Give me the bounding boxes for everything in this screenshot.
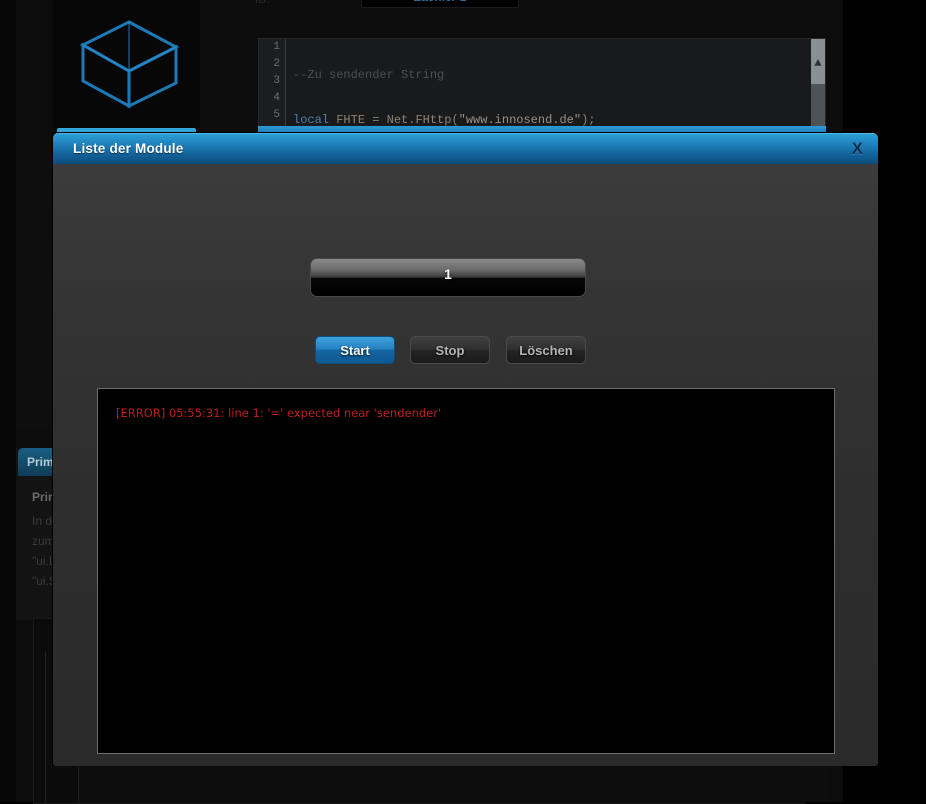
line-number: 2 bbox=[273, 58, 280, 70]
module-icon-tile[interactable] bbox=[53, 0, 200, 131]
module-list-dialog: Liste der Module X 1 Start Stop Löschen … bbox=[53, 133, 878, 766]
code-lines: --Zu sendender String local FHTE = Net.F… bbox=[293, 39, 740, 127]
line-number: 4 bbox=[273, 92, 280, 104]
dialog-body: 1 Start Stop Löschen [ERROR] 05:55:31: l… bbox=[53, 164, 878, 766]
clear-button[interactable]: Löschen bbox=[506, 336, 586, 364]
code-token-comment: --Zu sendender String bbox=[293, 68, 445, 82]
code-gutter: 1 2 3 4 5 bbox=[259, 39, 286, 127]
start-button[interactable]: Start bbox=[315, 336, 395, 364]
log-line: [ERROR] 05:55:31: line 1: '=' expected n… bbox=[116, 406, 442, 420]
background-id-field[interactable]: Zaehler 1 bbox=[361, 0, 519, 8]
background-bottom-divider bbox=[45, 652, 46, 802]
code-editor-scrollbar[interactable]: ▲ bbox=[811, 39, 825, 127]
module-select[interactable]: 1 bbox=[310, 258, 586, 297]
log-console[interactable]: [ERROR] 05:55:31: line 1: '=' expected n… bbox=[97, 388, 835, 754]
dialog-title-bar[interactable]: Liste der Module X bbox=[53, 133, 878, 164]
code-line: --Zu sendender String bbox=[293, 67, 740, 84]
background-left-rail bbox=[0, 0, 16, 802]
background-id-label: ID: bbox=[255, 0, 270, 6]
close-icon[interactable]: X bbox=[852, 139, 863, 159]
lua-code-editor[interactable]: 1 2 3 4 5 --Zu sendender String local FH… bbox=[258, 38, 826, 128]
line-number: 3 bbox=[273, 75, 280, 87]
editor-accent-bar bbox=[258, 126, 826, 133]
background-bottom-strip bbox=[78, 767, 827, 802]
stop-button[interactable]: Stop bbox=[410, 336, 490, 364]
wireframe-cube-icon bbox=[79, 20, 180, 109]
module-select-value: 1 bbox=[444, 266, 452, 282]
dialog-title: Liste der Module bbox=[73, 141, 184, 156]
chevron-up-icon[interactable]: ▲ bbox=[811, 57, 825, 69]
line-number: 1 bbox=[273, 41, 280, 53]
line-number: 5 bbox=[273, 109, 280, 121]
